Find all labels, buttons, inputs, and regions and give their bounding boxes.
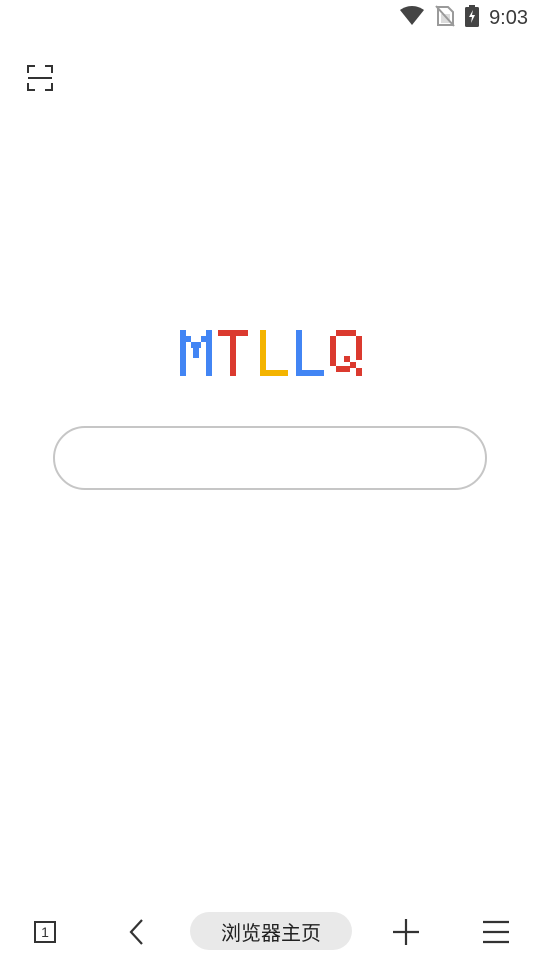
back-button[interactable] <box>115 910 159 954</box>
tabs-button[interactable]: 1 <box>23 910 67 954</box>
browser-home-screen: 9:03 1 浏览器主页 <box>0 0 540 960</box>
logo-letter-l-1 <box>260 330 288 376</box>
bottom-toolbar: 1 浏览器主页 <box>0 900 540 960</box>
scan-button[interactable] <box>24 62 56 94</box>
logo-letter-t <box>218 330 248 376</box>
status-bar: 9:03 <box>0 0 540 36</box>
back-chevron-icon <box>129 919 143 945</box>
battery-charging-icon <box>465 5 480 31</box>
scan-icon <box>27 65 53 91</box>
status-icons: 9:03 <box>399 5 528 31</box>
plus-icon <box>393 919 419 945</box>
logo-letter-q <box>330 330 362 376</box>
search-box[interactable] <box>53 426 487 490</box>
logo <box>180 330 362 376</box>
tab-count: 1 <box>41 924 49 940</box>
menu-icon <box>483 920 509 944</box>
status-time: 9:03 <box>489 7 528 29</box>
wifi-icon <box>399 6 425 30</box>
new-tab-button[interactable] <box>384 910 428 954</box>
search-input[interactable] <box>55 428 485 488</box>
no-sim-icon <box>435 5 455 31</box>
home-button[interactable]: 浏览器主页 <box>190 912 352 950</box>
home-label: 浏览器主页 <box>221 920 321 945</box>
logo-letter-m <box>180 330 212 376</box>
tab-count-badge: 1 <box>34 921 56 943</box>
logo-letter-l-2 <box>296 330 324 376</box>
menu-button[interactable] <box>474 910 518 954</box>
